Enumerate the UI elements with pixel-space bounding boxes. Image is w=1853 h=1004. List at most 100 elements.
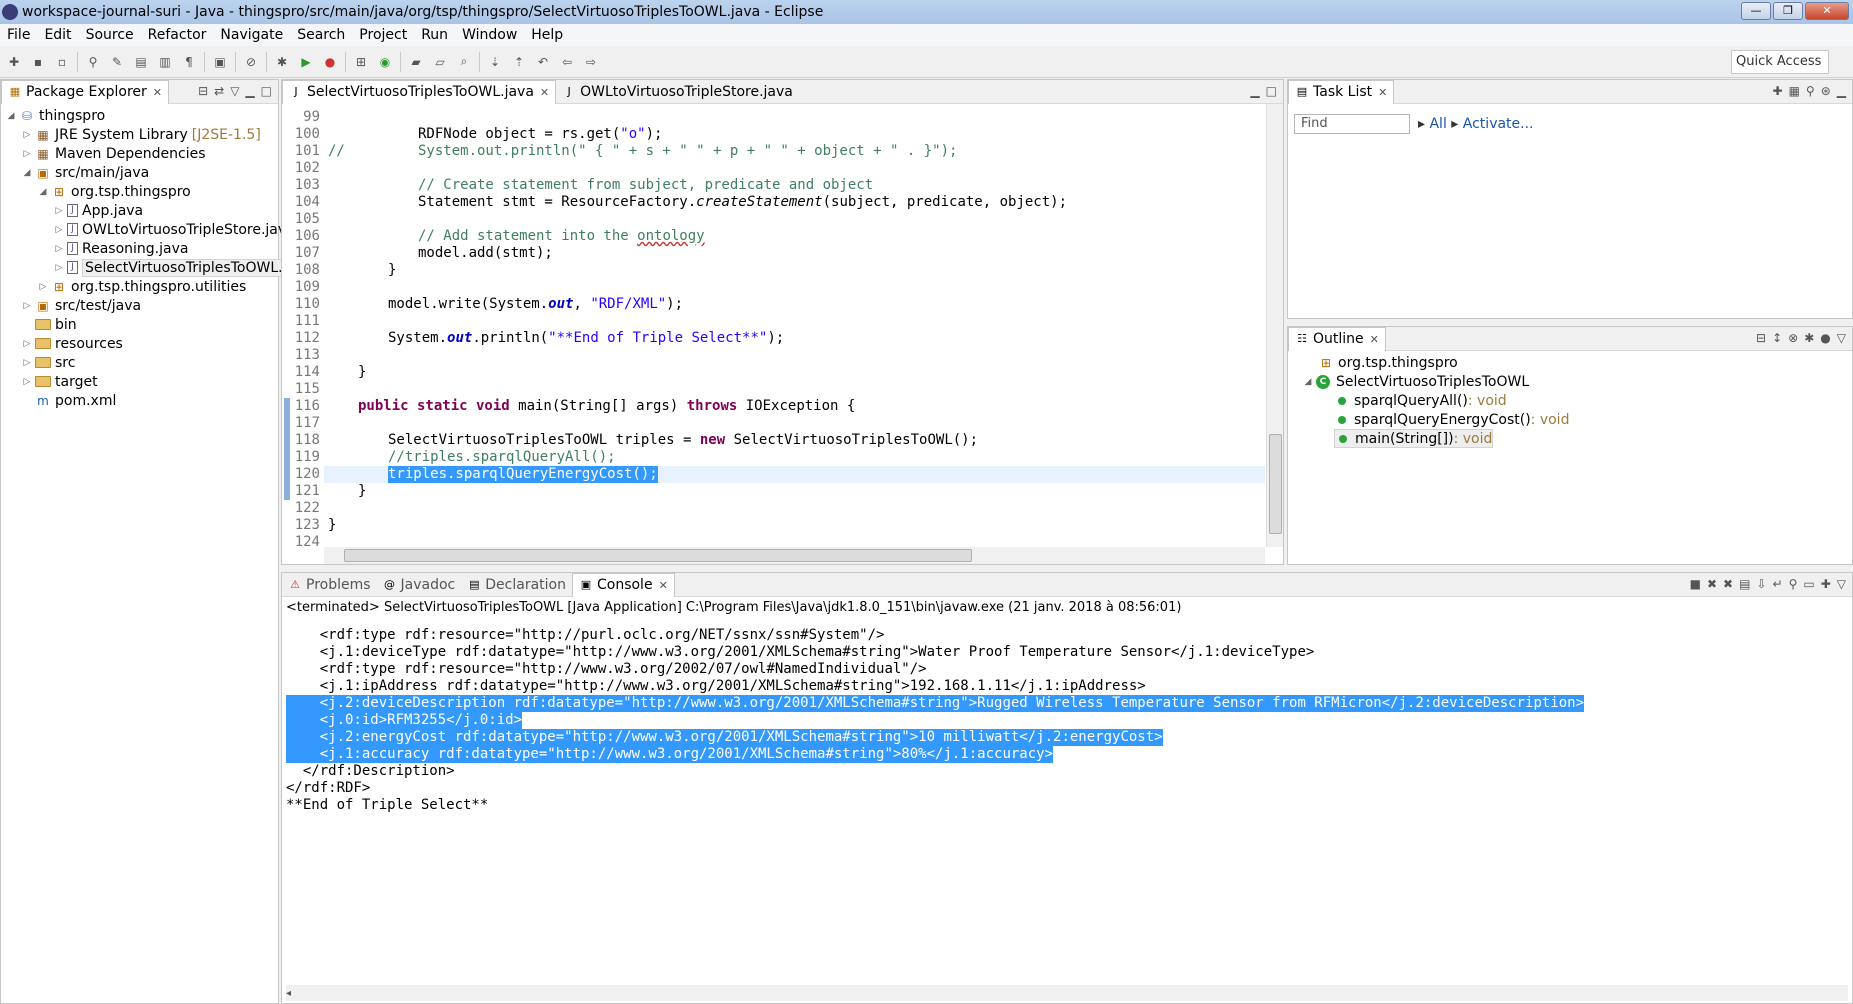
- tree-item-src-main[interactable]: ◢ ▣ src/main/java: [21, 163, 150, 182]
- tab-problems[interactable]: ⚠ Problems: [282, 573, 377, 597]
- clear-console-icon[interactable]: ▤: [1739, 577, 1750, 591]
- tree-item-target[interactable]: ▷ target: [21, 372, 98, 391]
- next-annotation-icon[interactable]: ⇣: [485, 52, 505, 72]
- console-horizontal-scrollbar[interactable]: ◂: [286, 985, 1848, 1001]
- quick-access-field[interactable]: Quick Access: [1731, 50, 1829, 74]
- block-icon[interactable]: ▥: [155, 52, 175, 72]
- hide-nonpublic-icon[interactable]: ●: [1820, 331, 1830, 345]
- close-icon[interactable]: ✕: [1378, 86, 1387, 99]
- save-all-icon[interactable]: ▫: [52, 52, 72, 72]
- all-link[interactable]: All: [1429, 116, 1446, 132]
- view-menu-icon[interactable]: ▽: [230, 84, 239, 98]
- collapse-all-icon[interactable]: ⊟: [1756, 331, 1766, 345]
- close-icon[interactable]: ✕: [659, 579, 668, 592]
- menu-help[interactable]: Help: [524, 24, 570, 46]
- scroll-lock-icon[interactable]: ⇩: [1756, 577, 1766, 591]
- tree-item-owl-store[interactable]: ▷ J OWLtoVirtuosoTripleStore.java: [53, 220, 295, 239]
- save-icon[interactable]: ▪: [28, 52, 48, 72]
- expand-icon[interactable]: ◢: [5, 111, 17, 121]
- tab-select-virtuoso[interactable]: J SelectVirtuosoTriplesToOWL.java ✕: [282, 79, 557, 104]
- tab-console[interactable]: ▣ Console ✕: [571, 572, 675, 597]
- maximize-view-icon[interactable]: □: [261, 84, 272, 98]
- terminate-icon[interactable]: ■: [1690, 577, 1701, 591]
- console-output[interactable]: <rdf:type rdf:resource="http://purl.oclc…: [286, 619, 1834, 983]
- terminal-icon[interactable]: ▣: [210, 52, 230, 72]
- display-console-icon[interactable]: ▭: [1803, 577, 1814, 591]
- view-menu-icon[interactable]: ▽: [1837, 331, 1846, 345]
- activate-link[interactable]: Activate...: [1463, 116, 1534, 132]
- search-icon[interactable]: ⌕: [454, 52, 474, 72]
- pin-console-icon[interactable]: ⚲: [1789, 577, 1798, 591]
- outline-package[interactable]: ⊞ org.tsp.thingspro: [1316, 353, 1458, 372]
- tree-item-reasoning[interactable]: ▷ J Reasoning.java: [53, 239, 189, 258]
- paragraph-icon[interactable]: ¶: [179, 52, 199, 72]
- prev-annotation-icon[interactable]: ⇡: [509, 52, 529, 72]
- pin-icon[interactable]: ⚲: [83, 52, 103, 72]
- tree-item-pom[interactable]: m pom.xml: [21, 391, 116, 410]
- expand-icon[interactable]: ◢: [21, 168, 33, 178]
- maximize-button[interactable]: ❐: [1773, 2, 1803, 20]
- tree-item-select-virtuoso[interactable]: ▷ J SelectVirtuosoTriplesToOWL.java: [53, 258, 315, 277]
- focus-icon[interactable]: ⊛: [1821, 84, 1831, 98]
- last-edit-icon[interactable]: ↶: [533, 52, 553, 72]
- collapse-icon[interactable]: ▷: [53, 206, 65, 216]
- open-task-icon[interactable]: ▱: [430, 52, 450, 72]
- menu-run[interactable]: Run: [414, 24, 455, 46]
- tree-item-src[interactable]: ▷ src: [21, 353, 76, 372]
- link-editor-icon[interactable]: ⇄: [214, 84, 224, 98]
- outline-class[interactable]: ◢ C SelectVirtuosoTriplesToOWL: [1302, 372, 1530, 391]
- tab-declaration[interactable]: ▤ Declaration: [461, 573, 572, 597]
- open-console-icon[interactable]: ✚: [1821, 577, 1831, 591]
- collapse-icon[interactable]: ▷: [53, 225, 65, 235]
- collapse-icon[interactable]: ▷: [53, 244, 65, 254]
- remove-launch-icon[interactable]: ✖: [1707, 577, 1717, 591]
- close-icon[interactable]: ✕: [153, 86, 162, 99]
- menu-source[interactable]: Source: [79, 24, 141, 46]
- word-wrap-icon[interactable]: ↵: [1773, 577, 1783, 591]
- menu-project[interactable]: Project: [352, 24, 414, 46]
- skip-breakpoints-icon[interactable]: ⊘: [241, 52, 261, 72]
- minimize-view-icon[interactable]: ▁: [245, 84, 254, 98]
- tab-owl-store[interactable]: J OWLtoVirtuosoTripleStore.java: [556, 80, 799, 104]
- menu-window[interactable]: Window: [455, 24, 524, 46]
- scroll-left-icon[interactable]: ◂: [286, 988, 291, 999]
- collapse-icon[interactable]: ▷: [21, 149, 33, 159]
- filter-icon[interactable]: ⚲: [1806, 84, 1815, 98]
- new-package-icon[interactable]: ⊞: [351, 52, 371, 72]
- back-icon[interactable]: ⇦: [557, 52, 577, 72]
- outline-method-main[interactable]: main(String[]) : void: [1334, 429, 1494, 448]
- close-icon[interactable]: ✕: [540, 86, 549, 99]
- mark-icon[interactable]: ▤: [131, 52, 151, 72]
- collapse-icon[interactable]: ▷: [21, 358, 33, 368]
- editor-horizontal-scrollbar[interactable]: [324, 547, 1265, 564]
- new-task-icon[interactable]: ✚: [1773, 84, 1783, 98]
- tab-javadoc[interactable]: @ Javadoc: [377, 573, 462, 597]
- expand-icon[interactable]: ◢: [37, 187, 49, 197]
- view-menu-icon[interactable]: ▽: [1837, 577, 1846, 591]
- tree-item-resources[interactable]: ▷ resources: [21, 334, 123, 353]
- collapse-icon[interactable]: ▷: [21, 339, 33, 349]
- tab-task-list[interactable]: ▤ Task List ✕: [1288, 79, 1395, 104]
- remove-all-icon[interactable]: ✖: [1723, 577, 1733, 591]
- tree-item-thingspro[interactable]: ◢ ⛁ thingspro: [5, 106, 106, 125]
- sort-icon[interactable]: ↕: [1772, 331, 1782, 345]
- tree-item-src-test[interactable]: ▷ ▣ src/test/java: [21, 296, 142, 315]
- outline-method-query-energy[interactable]: sparqlQueryEnergyCost() : void: [1334, 410, 1569, 429]
- debug-icon[interactable]: ✱: [272, 52, 292, 72]
- collapse-icon[interactable]: ▷: [21, 301, 33, 311]
- tree-item-package[interactable]: ◢ ⊞ org.tsp.thingspro: [37, 182, 191, 201]
- collapse-all-icon[interactable]: ⊟: [198, 84, 208, 98]
- collapse-icon[interactable]: ▷: [53, 263, 65, 273]
- run-icon[interactable]: ▶: [296, 52, 316, 72]
- menu-edit[interactable]: Edit: [37, 24, 78, 46]
- open-type-icon[interactable]: ▰: [406, 52, 426, 72]
- minimize-button[interactable]: —: [1741, 2, 1771, 20]
- collapse-icon[interactable]: ▷: [37, 282, 49, 292]
- collapse-icon[interactable]: ▷: [21, 130, 33, 140]
- forward-icon[interactable]: ⇨: [581, 52, 601, 72]
- menu-navigate[interactable]: Navigate: [213, 24, 290, 46]
- close-button[interactable]: ✕: [1805, 2, 1849, 20]
- categorize-icon[interactable]: ▦: [1789, 84, 1800, 98]
- highlight-icon[interactable]: ✎: [107, 52, 127, 72]
- scrollbar-thumb[interactable]: [1269, 434, 1282, 534]
